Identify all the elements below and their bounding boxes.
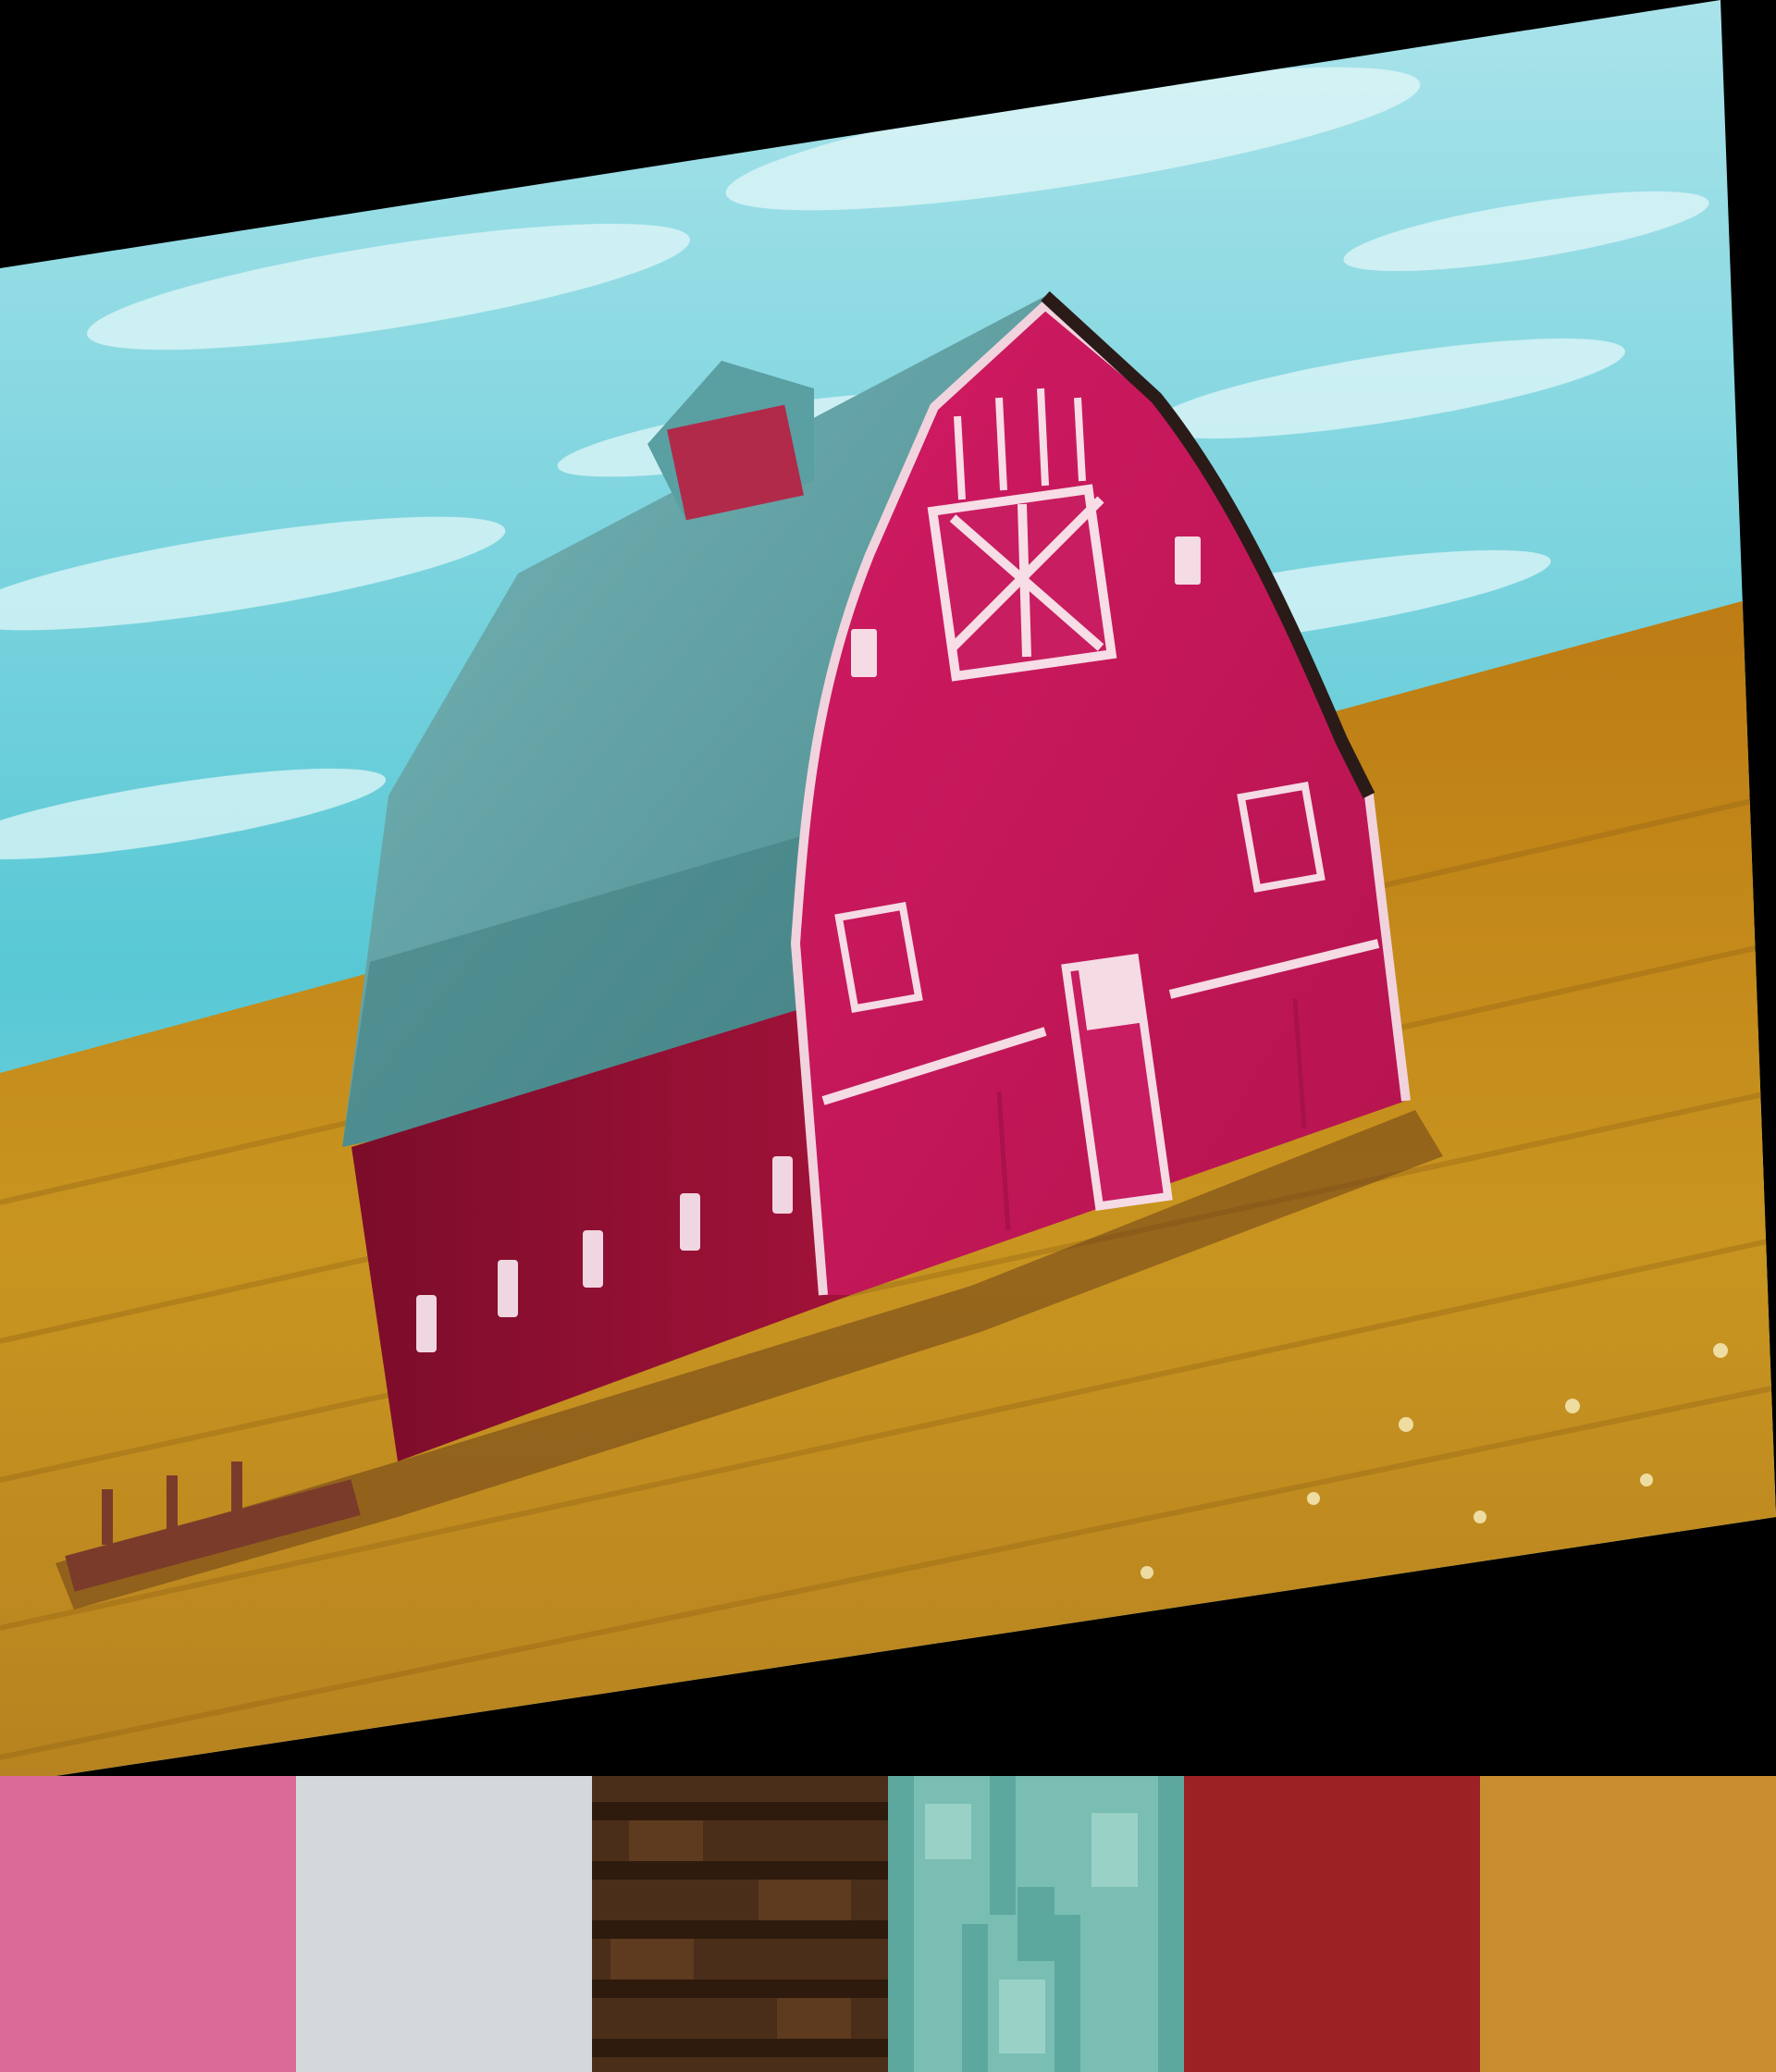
image-stage bbox=[0, 0, 1776, 2072]
swatch-pink bbox=[0, 1776, 296, 2072]
swatch-dark-brown bbox=[592, 1776, 888, 2072]
hay-loft-door bbox=[927, 484, 1117, 682]
swatch-crimson bbox=[1184, 1776, 1480, 2072]
swatch-golden-yellow bbox=[1480, 1776, 1776, 2072]
swatch-aqua bbox=[888, 1776, 1184, 2072]
photo-content bbox=[0, 0, 1776, 1776]
barn-scene bbox=[0, 0, 1776, 1776]
swatch-light-gray bbox=[296, 1776, 592, 2072]
aqua-pattern bbox=[888, 1776, 1184, 2072]
barn-photo bbox=[0, 0, 1776, 1776]
brown-brick-pattern bbox=[592, 1776, 888, 2072]
color-palette bbox=[0, 1776, 1776, 2072]
